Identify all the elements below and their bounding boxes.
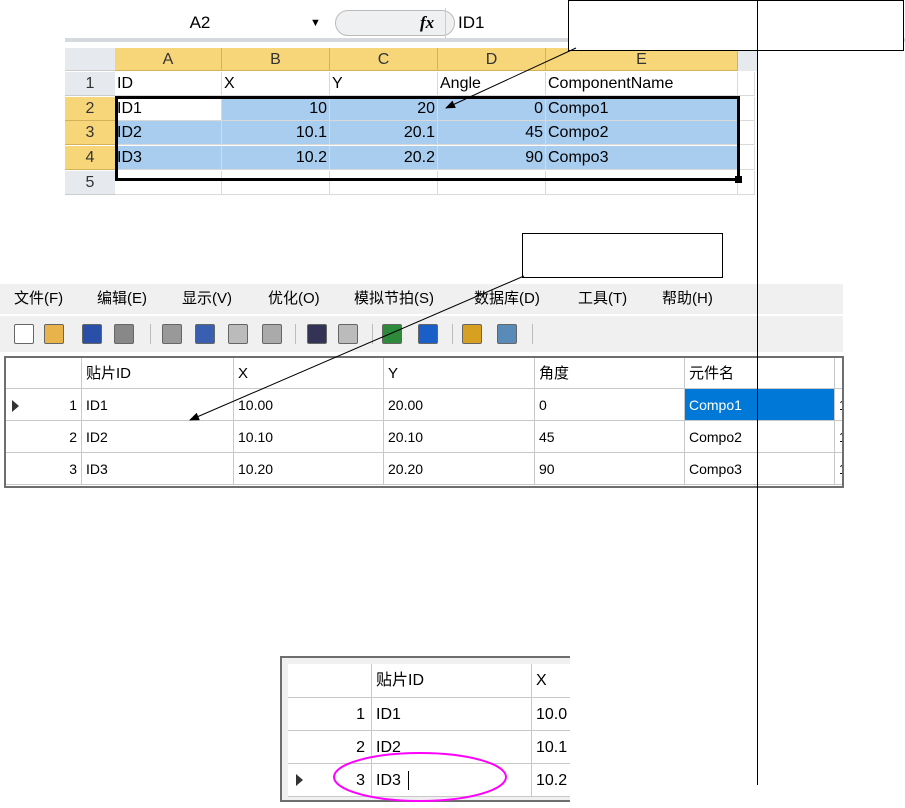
- annotation-overlay: [189, 47, 577, 802]
- callout-arrow: [189, 275, 525, 421]
- callout-arrow: [445, 47, 577, 109]
- highlight-ellipse: [333, 752, 507, 802]
